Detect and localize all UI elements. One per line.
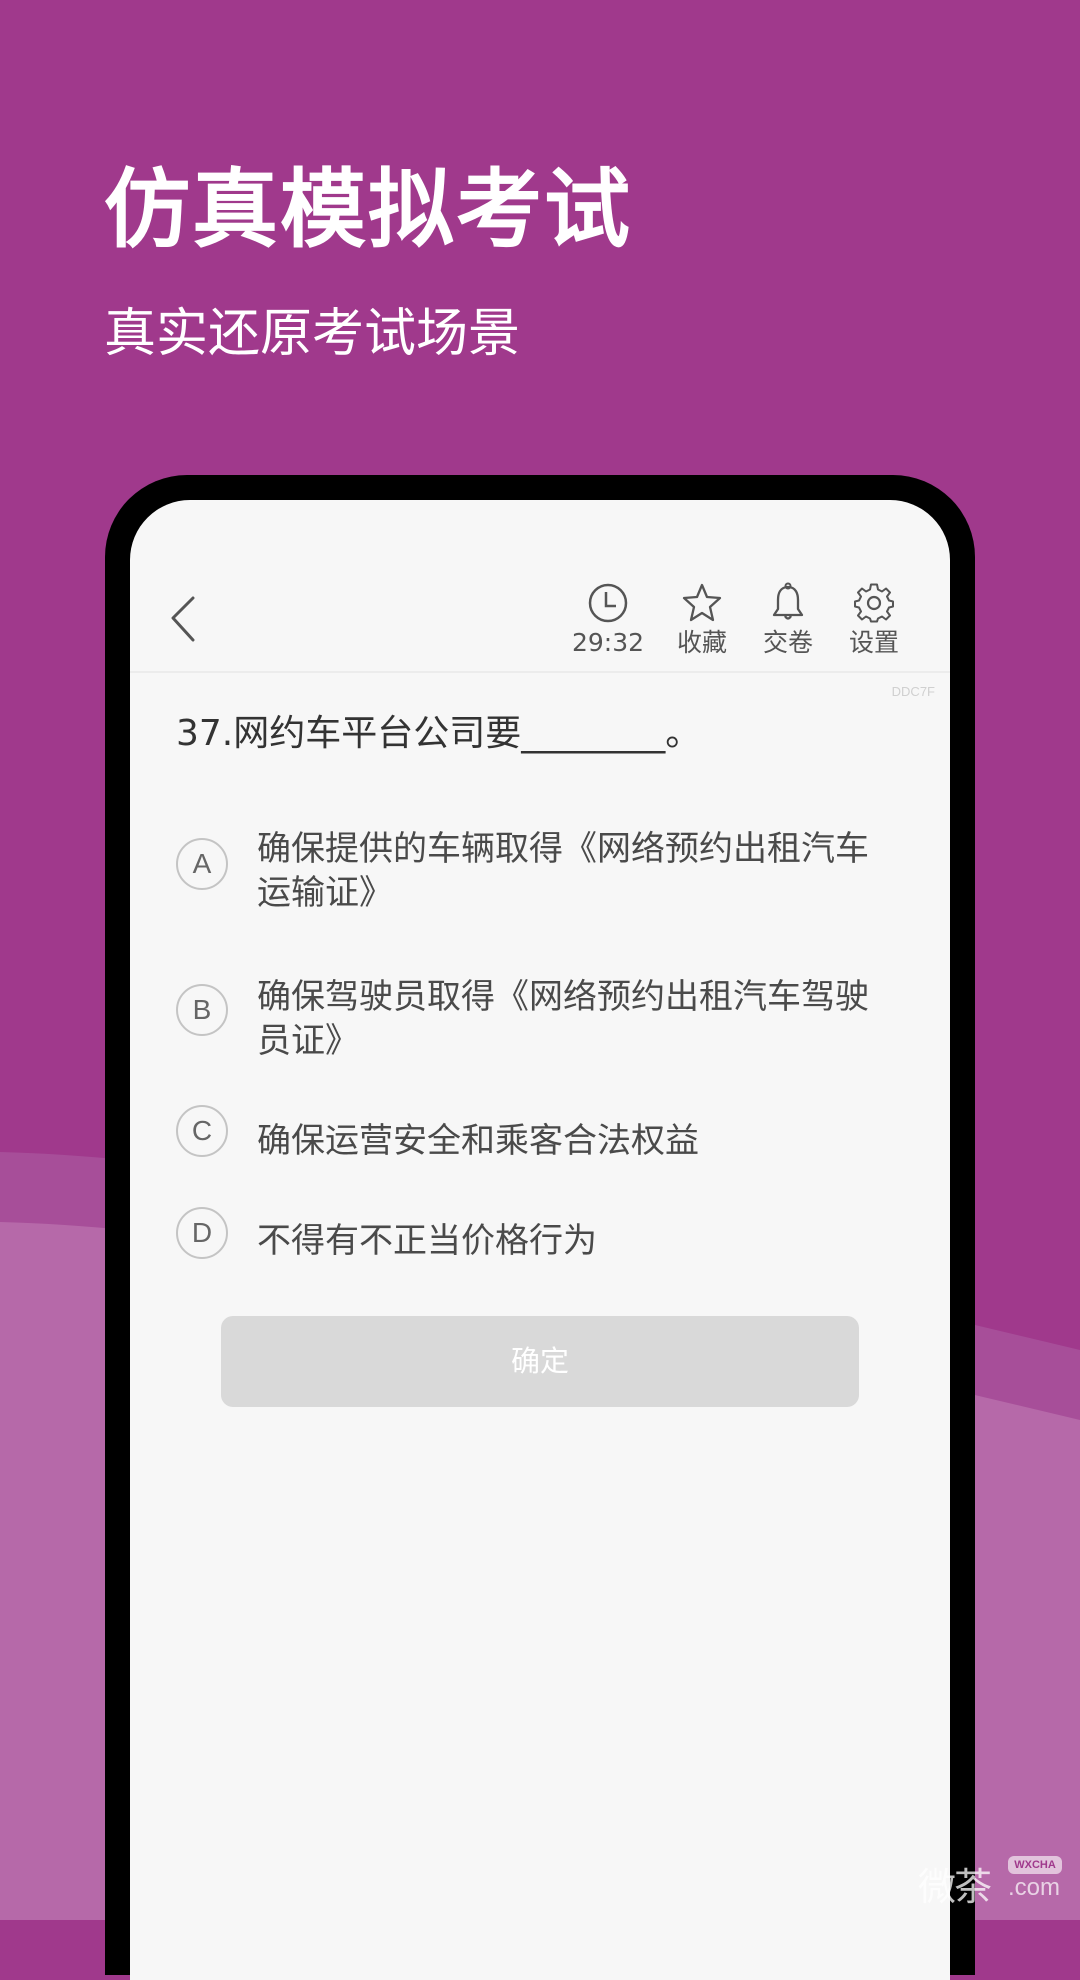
option-d[interactable]: D 不得有不正当价格行为 <box>176 1207 916 1263</box>
favorite-label: 收藏 <box>676 628 727 657</box>
option-letter-c: C <box>176 1105 228 1157</box>
clock-icon <box>588 583 628 623</box>
settings-label: 设置 <box>848 628 899 657</box>
gear-icon <box>854 583 894 623</box>
option-c[interactable]: C 确保运营安全和乘客合法权益 <box>176 1105 916 1163</box>
submit-exam-label: 交卷 <box>762 628 813 657</box>
bell-icon <box>772 582 804 620</box>
option-a[interactable]: A 确保提供的车辆取得《网络预约出租汽车运输证》 <box>176 827 916 915</box>
submit-exam-button[interactable]: 交卷 <box>738 582 838 662</box>
favorite-button[interactable]: 收藏 <box>652 582 752 662</box>
star-icon <box>682 583 722 622</box>
watermark: 微茶 WXCHA .com <box>918 1852 1078 1912</box>
watermark-text: 微茶 <box>918 1865 992 1909</box>
timer-label: 29:32 <box>571 628 645 657</box>
timer-button[interactable]: 29:32 <box>558 582 658 662</box>
chevron-left-icon <box>171 596 195 642</box>
phone-screen: 29:32 收藏 交卷 设置 DDC7F 37.网约车平台公司要________… <box>130 500 950 1980</box>
option-text-b: 确保驾驶员取得《网络预约出租汽车驾驶员证》 <box>257 977 869 1061</box>
hero-subtitle: 真实还原考试场景 <box>104 304 521 364</box>
hero-title: 仿真模拟考试 <box>104 160 632 260</box>
option-text-c: 确保运营安全和乘客合法权益 <box>257 1121 699 1161</box>
option-letter-a: A <box>176 838 228 890</box>
option-b[interactable]: B 确保驾驶员取得《网络预约出租汽车驾驶员证》 <box>176 975 916 1063</box>
header-divider <box>130 671 950 673</box>
settings-button[interactable]: 设置 <box>824 582 924 662</box>
option-letter-b: B <box>176 984 228 1036</box>
back-button[interactable] <box>162 590 212 650</box>
option-text-d: 不得有不正当价格行为 <box>257 1221 597 1261</box>
watermark-badge: WXCHA <box>1008 1856 1062 1874</box>
option-letter-d: D <box>176 1207 228 1259</box>
confirm-button[interactable]: 确定 <box>221 1316 859 1407</box>
watermark-domain: .com <box>1008 1874 1061 1901</box>
question-code: DDC7F <box>891 684 935 699</box>
question-text: 37.网约车平台公司要________。 <box>176 713 702 754</box>
option-text-a: 确保提供的车辆取得《网络预约出租汽车运输证》 <box>257 829 869 913</box>
